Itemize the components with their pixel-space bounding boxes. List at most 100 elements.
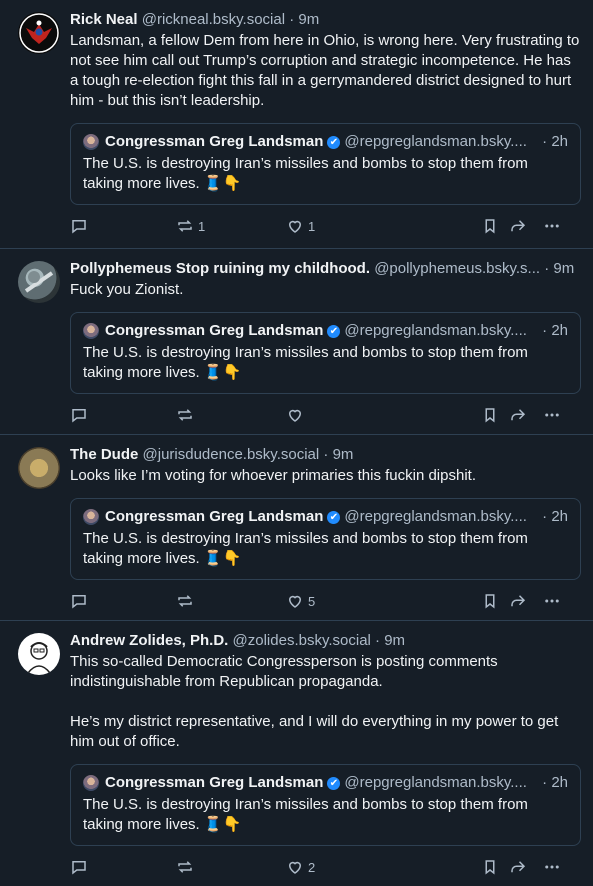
bookmark-button[interactable] bbox=[481, 858, 509, 876]
like-button[interactable]: 5 bbox=[286, 592, 481, 610]
heart-icon bbox=[288, 861, 302, 874]
feed: Rick Neal @rickneal.bsky.social · 9m Lan… bbox=[0, 0, 593, 879]
share-icon bbox=[511, 220, 526, 232]
verified-check-icon: ✔ bbox=[327, 135, 341, 149]
feed-post[interactable]: The Dude @jurisdudence.bsky.social · 9m … bbox=[0, 435, 593, 621]
quoted-author-handle: @repgreglandsman.bsky.... bbox=[344, 133, 527, 150]
quoted-time: · 2h bbox=[542, 774, 568, 791]
avatar[interactable] bbox=[18, 261, 60, 303]
post-text: Looks like I’m voting for whoever primar… bbox=[70, 467, 476, 484]
bookmark-button[interactable] bbox=[481, 592, 509, 610]
author-name[interactable]: Pollyphemeus Stop ruining my childhood. bbox=[70, 260, 370, 277]
quoted-post[interactable]: Congressman Greg Landsman ✔ @repgregland… bbox=[70, 123, 581, 205]
quoted-avatar bbox=[83, 323, 99, 339]
separator: · bbox=[289, 11, 295, 28]
repost-button[interactable] bbox=[176, 858, 286, 876]
feed-post[interactable]: Rick Neal @rickneal.bsky.social · 9m Lan… bbox=[0, 0, 593, 249]
quoted-time: · 2h bbox=[542, 133, 568, 150]
author-name[interactable]: Andrew Zolides, Ph.D. bbox=[70, 632, 228, 649]
repost-icon bbox=[178, 409, 192, 421]
verified-check-icon: ✔ bbox=[327, 776, 341, 790]
quoted-post[interactable]: Congressman Greg Landsman ✔ @repgregland… bbox=[70, 764, 581, 846]
post-time[interactable]: 9m bbox=[333, 446, 354, 463]
reply-button[interactable] bbox=[70, 858, 176, 876]
post-time[interactable]: 9m bbox=[553, 260, 574, 277]
verified-check-icon: ✔ bbox=[327, 510, 341, 524]
post-time[interactable]: 9m bbox=[298, 11, 319, 28]
repost-button[interactable] bbox=[176, 592, 286, 610]
quoted-author-handle: @repgreglandsman.bsky.... bbox=[344, 774, 527, 791]
more-options-button[interactable] bbox=[543, 406, 561, 424]
more-dots-icon bbox=[545, 865, 559, 869]
repost-button[interactable] bbox=[176, 406, 286, 424]
separator: · bbox=[375, 632, 381, 649]
like-button[interactable]: 2 bbox=[286, 858, 481, 876]
bookmark-button[interactable] bbox=[481, 406, 509, 424]
quoted-text: The U.S. is destroying Iran’s missiles a… bbox=[83, 344, 528, 381]
quoted-post-header: Congressman Greg Landsman ✔ @repgregland… bbox=[83, 321, 568, 341]
share-button[interactable] bbox=[509, 406, 543, 424]
author-handle[interactable]: @jurisdudence.bsky.social bbox=[143, 446, 320, 463]
quoted-post[interactable]: Congressman Greg Landsman ✔ @repgregland… bbox=[70, 498, 581, 580]
bookmark-icon bbox=[485, 594, 495, 609]
reply-button[interactable] bbox=[70, 217, 176, 235]
like-button[interactable]: 1 bbox=[286, 217, 481, 235]
more-dots-icon bbox=[545, 413, 559, 417]
quoted-time: · 2h bbox=[542, 508, 568, 525]
post-time[interactable]: 9m bbox=[384, 632, 405, 649]
post-header: Andrew Zolides, Ph.D. @zolides.bsky.soci… bbox=[70, 621, 581, 651]
author-handle[interactable]: @pollyphemeus.bsky.s... bbox=[374, 260, 540, 277]
author-handle[interactable]: @zolides.bsky.social bbox=[233, 632, 371, 649]
quoted-post[interactable]: Congressman Greg Landsman ✔ @repgregland… bbox=[70, 312, 581, 394]
reply-icon bbox=[72, 595, 86, 609]
repost-count: 1 bbox=[198, 218, 206, 234]
more-options-button[interactable] bbox=[543, 592, 561, 610]
avatar[interactable] bbox=[18, 12, 60, 54]
share-button[interactable] bbox=[509, 592, 543, 610]
like-button[interactable] bbox=[286, 406, 481, 424]
post-text: Landsman, a fellow Dem from here in Ohio… bbox=[70, 32, 584, 109]
avatar[interactable] bbox=[18, 633, 60, 675]
bookmark-icon bbox=[485, 408, 495, 423]
verified-check-icon: ✔ bbox=[327, 324, 341, 338]
author-name[interactable]: The Dude bbox=[70, 446, 138, 463]
heart-icon bbox=[288, 595, 302, 608]
author-name[interactable]: Rick Neal bbox=[70, 11, 138, 28]
feed-post[interactable]: Pollyphemeus Stop ruining my childhood. … bbox=[0, 249, 593, 435]
quoted-author-handle: @repgreglandsman.bsky.... bbox=[344, 322, 527, 339]
more-options-button[interactable] bbox=[543, 217, 561, 235]
separator: · bbox=[544, 260, 550, 277]
repost-icon bbox=[178, 220, 192, 232]
reply-button[interactable] bbox=[70, 592, 176, 610]
quoted-text: The U.S. is destroying Iran’s missiles a… bbox=[83, 155, 528, 192]
reply-button[interactable] bbox=[70, 406, 176, 424]
more-options-button[interactable] bbox=[543, 858, 561, 876]
share-icon bbox=[511, 861, 526, 873]
eagle-logo-icon bbox=[19, 13, 59, 53]
quoted-post-header: Congressman Greg Landsman ✔ @repgregland… bbox=[83, 132, 568, 152]
reply-icon bbox=[72, 861, 86, 875]
profile-photo-icon bbox=[24, 271, 54, 293]
quoted-avatar bbox=[83, 775, 99, 791]
post-actions bbox=[70, 396, 581, 434]
quoted-author-name: Congressman Greg Landsman bbox=[105, 322, 324, 339]
author-handle[interactable]: @rickneal.bsky.social bbox=[142, 11, 285, 28]
repost-icon bbox=[178, 595, 192, 607]
bookmark-button[interactable] bbox=[481, 217, 509, 235]
post-text: Fuck you Zionist. bbox=[70, 281, 184, 298]
quoted-time: · 2h bbox=[542, 322, 568, 339]
repost-button[interactable]: 1 bbox=[176, 217, 286, 235]
avatar[interactable] bbox=[18, 447, 60, 489]
feed-post[interactable]: Andrew Zolides, Ph.D. @zolides.bsky.soci… bbox=[0, 621, 593, 879]
quoted-avatar bbox=[83, 509, 99, 525]
quoted-post-header: Congressman Greg Landsman ✔ @repgregland… bbox=[83, 507, 568, 527]
bookmark-icon bbox=[485, 219, 495, 234]
share-button[interactable] bbox=[509, 217, 543, 235]
post-header: The Dude @jurisdudence.bsky.social · 9m bbox=[70, 435, 581, 465]
post-text: This so-called Democratic Congressperson… bbox=[70, 653, 559, 750]
quoted-author-name: Congressman Greg Landsman bbox=[105, 133, 324, 150]
more-dots-icon bbox=[545, 599, 559, 603]
quoted-avatar bbox=[83, 134, 99, 150]
share-button[interactable] bbox=[509, 858, 543, 876]
repost-icon bbox=[178, 861, 192, 873]
